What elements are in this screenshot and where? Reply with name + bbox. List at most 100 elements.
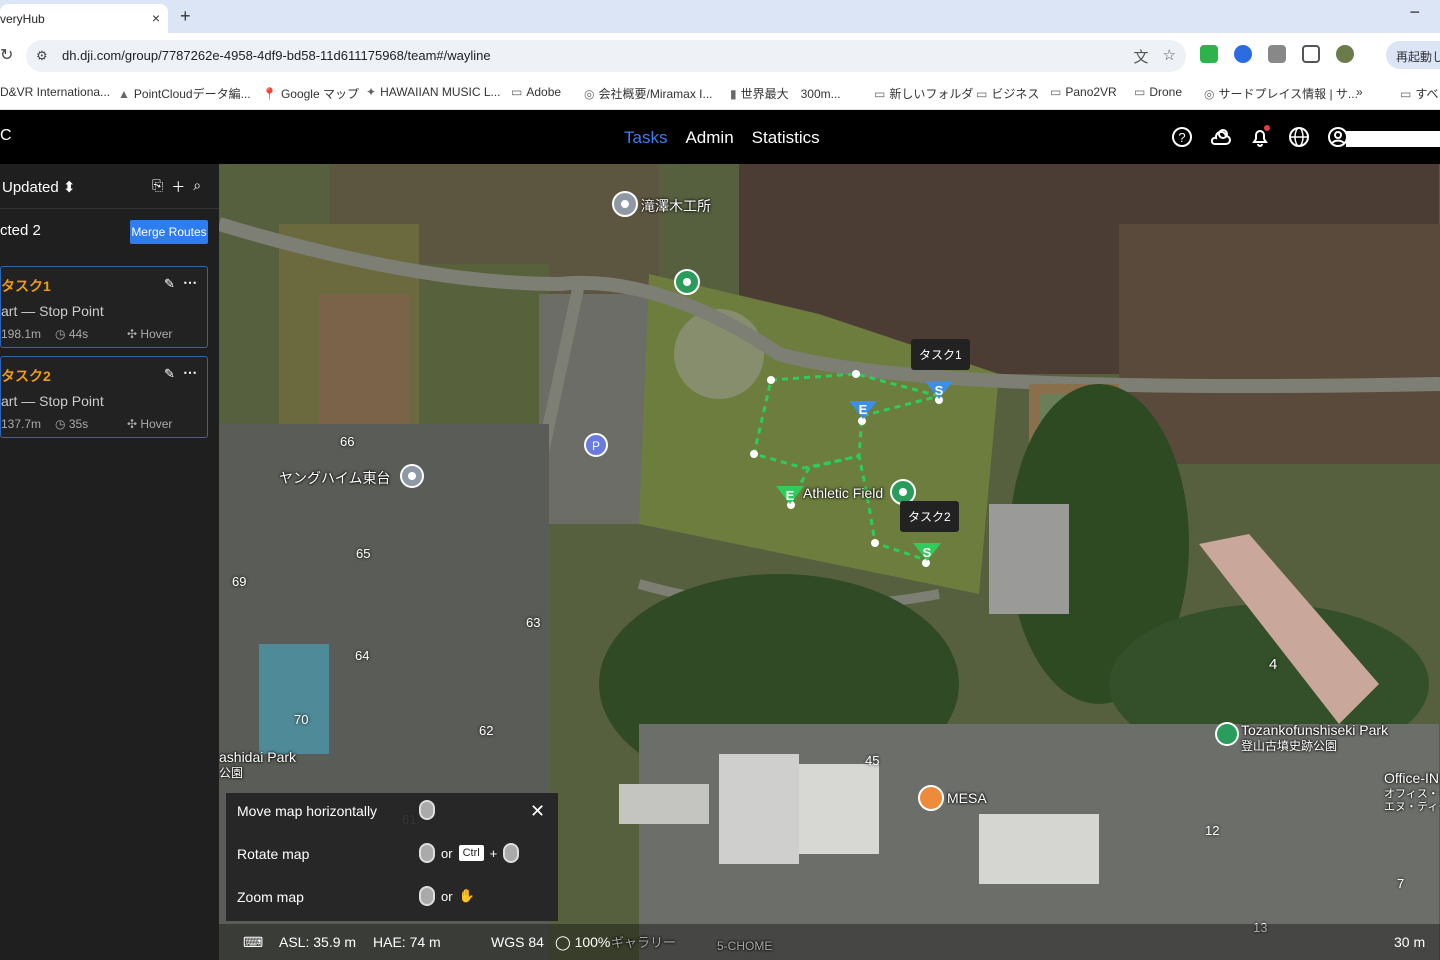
- bookmark-icon: ◎: [1204, 87, 1215, 101]
- zoom-indicator: ◯ 100%: [555, 934, 610, 951]
- bookmark-item[interactable]: »: [1356, 85, 1363, 99]
- map-label-park-jp: 登山古墳史跡公園: [1241, 739, 1338, 753]
- help-or: or: [441, 845, 453, 861]
- bookmark-item[interactable]: ▭ ビジネス: [976, 85, 1039, 102]
- route-tag-task1[interactable]: タスク1: [911, 339, 970, 370]
- tab-admin[interactable]: Admin: [685, 128, 733, 148]
- bookmark-item[interactable]: D&VR Internationa...: [0, 85, 110, 99]
- bookmark-item[interactable]: ▲ PointCloudデータ編...: [118, 85, 251, 102]
- task-action: ✣ Hover: [127, 327, 172, 341]
- help-zoom-label: Zoom map: [237, 889, 304, 905]
- bookmark-item[interactable]: ▮ 世界最大 300m...: [730, 85, 841, 102]
- bookmark-icon: ✦: [366, 85, 377, 99]
- tab-close-icon[interactable]: ×: [152, 10, 160, 26]
- help-icon[interactable]: ?: [1170, 125, 1194, 149]
- pinch-gesture-icon: ✋: [458, 888, 475, 903]
- bookmarks-bar: D&VR Internationa... ▲ PointCloudデータ編... 📍 G…: [0, 77, 1440, 110]
- datum-selector[interactable]: WGS 84: [491, 934, 544, 950]
- merge-routes-button[interactable]: Merge Routes: [130, 220, 208, 244]
- restart-button[interactable]: 再起動し: [1386, 41, 1440, 69]
- site-info-icon[interactable]: ⚙: [36, 48, 48, 64]
- scale-readout: 30 m: [1394, 934, 1426, 950]
- check-extension-icon[interactable]: [1200, 45, 1218, 63]
- bookmark-icon: ▭: [874, 87, 886, 101]
- bookmark-item[interactable]: ▭ Adobe: [511, 85, 561, 99]
- app-logo[interactable]: C: [0, 127, 12, 145]
- bookmark-item[interactable]: ▭ Pano2VR: [1050, 85, 1117, 99]
- bookmark-icon: ▮: [730, 87, 737, 101]
- minimize-icon[interactable]: −: [1409, 2, 1420, 23]
- bookmark-item[interactable]: ◎ 会社概要/Miramax I...: [584, 85, 713, 102]
- map-number: 70: [294, 712, 309, 727]
- new-tab-button[interactable]: +: [180, 6, 191, 27]
- notification-dot: [1264, 125, 1270, 131]
- task-time: ◷ 44s: [55, 327, 88, 341]
- search-icon[interactable]: ⌕: [193, 177, 201, 197]
- add-icon[interactable]: ＋: [171, 177, 185, 197]
- sort-dropdown[interactable]: Updated ⬍: [2, 178, 75, 196]
- bookmark-item[interactable]: ▭ すべ: [1400, 85, 1439, 102]
- map-number: 66: [340, 434, 355, 449]
- tab-statistics[interactable]: Statistics: [752, 128, 820, 148]
- translate-icon[interactable]: 文: [1134, 46, 1149, 67]
- edit-icon[interactable]: ✎: [164, 276, 175, 292]
- puzzle-icon[interactable]: [1302, 45, 1320, 63]
- globe-icon[interactable]: [1287, 125, 1311, 149]
- bookmark-label: »: [1356, 85, 1363, 99]
- ctrl-key-icon: Ctrl: [458, 845, 484, 861]
- bookmark-icon: ▭: [1134, 85, 1146, 99]
- svg-text:?: ?: [1178, 130, 1185, 145]
- edit-icon[interactable]: ✎: [164, 366, 175, 382]
- bookmark-item[interactable]: ▭ Drone: [1134, 85, 1182, 99]
- bookmark-item[interactable]: ▭ 新しいフォルダ: [874, 85, 973, 102]
- more-icon[interactable]: ⋯: [183, 274, 197, 291]
- bookmark-label: Drone: [1149, 85, 1183, 99]
- task-distance: 137.7m: [1, 417, 42, 431]
- more-icon[interactable]: ⋯: [183, 364, 197, 381]
- task-title: タスク1: [1, 278, 51, 294]
- bell-icon[interactable]: [1248, 125, 1272, 149]
- reload-icon[interactable]: ↻: [0, 45, 13, 65]
- bookmark-label: ビジネス: [991, 87, 1040, 101]
- app-header: C Tasks Admin Statistics ?: [0, 111, 1440, 164]
- tab-tasks[interactable]: Tasks: [624, 128, 667, 148]
- task-time: ◷ 35s: [55, 417, 88, 431]
- extension-icon[interactable]: [1268, 45, 1286, 63]
- task-time-value: 44s: [68, 327, 89, 341]
- task-sidebar: Updated ⬍ ⎘ ＋ ⌕ cted 2 Merge Routes タスク1…: [0, 164, 219, 960]
- url-input[interactable]: ⚙ dh.dji.com/group/7787262e-4958-4df9-bd…: [26, 40, 1186, 72]
- bookmark-label: Adobe: [526, 85, 562, 99]
- bookmark-star-icon[interactable]: ☆: [1163, 46, 1176, 67]
- keyboard-icon[interactable]: ⌨: [243, 934, 263, 951]
- task-card[interactable]: タスク1 ✎ ⋯ art — Stop Point 198.1m ◷ 44s ✣…: [0, 266, 208, 348]
- address-bar: ↻ ⚙ dh.dji.com/group/7787262e-4958-4df9-…: [0, 33, 1440, 77]
- map-number: 69: [232, 574, 247, 589]
- map-label-office-jp2: エヌ・ティー・: [1384, 801, 1440, 813]
- mouse-icon: [419, 843, 435, 863]
- bookmark-item[interactable]: 📍 Google マップ: [262, 85, 359, 102]
- map-number: 7: [1397, 876, 1405, 891]
- bookmark-label: Google マップ: [280, 87, 359, 101]
- main-nav: Tasks Admin Statistics: [624, 128, 820, 148]
- user-name-redacted[interactable]: [1346, 131, 1440, 147]
- bookmark-label: 会社概要/Miramax I...: [598, 87, 713, 101]
- map-label-housing: ヤングハイム東台: [279, 470, 391, 486]
- route-tag-task2[interactable]: タスク2: [900, 501, 959, 532]
- help-plus: +: [489, 845, 498, 861]
- selected-count: cted 2: [0, 222, 41, 239]
- close-icon[interactable]: ✕: [530, 801, 545, 822]
- task-card[interactable]: タスク2 ✎ ⋯ art — Stop Point 137.7m ◷ 35s ✣…: [0, 356, 208, 438]
- zoom-extension-icon[interactable]: [1234, 45, 1252, 63]
- map-controls-help: Move map horizontally ✕ Rotate map or Ct…: [226, 793, 558, 921]
- browser-tab[interactable]: veryHub ×: [0, 4, 168, 33]
- profile-avatar[interactable]: [1336, 45, 1354, 63]
- weather-icon[interactable]: [1209, 125, 1233, 149]
- bookmark-item[interactable]: ✦ HAWAIIAN MUSIC L...: [366, 85, 501, 99]
- bookmark-icon: ▲: [118, 87, 130, 101]
- bookmark-item[interactable]: ◎ サードプレイス情報 | サ...: [1204, 85, 1358, 102]
- bookmark-icon: ▭: [511, 85, 523, 99]
- mouse-icon: [503, 843, 520, 863]
- help-move-label: Move map horizontally: [237, 803, 378, 819]
- import-icon[interactable]: ⎘: [152, 177, 163, 197]
- task-title: タスク2: [1, 368, 51, 384]
